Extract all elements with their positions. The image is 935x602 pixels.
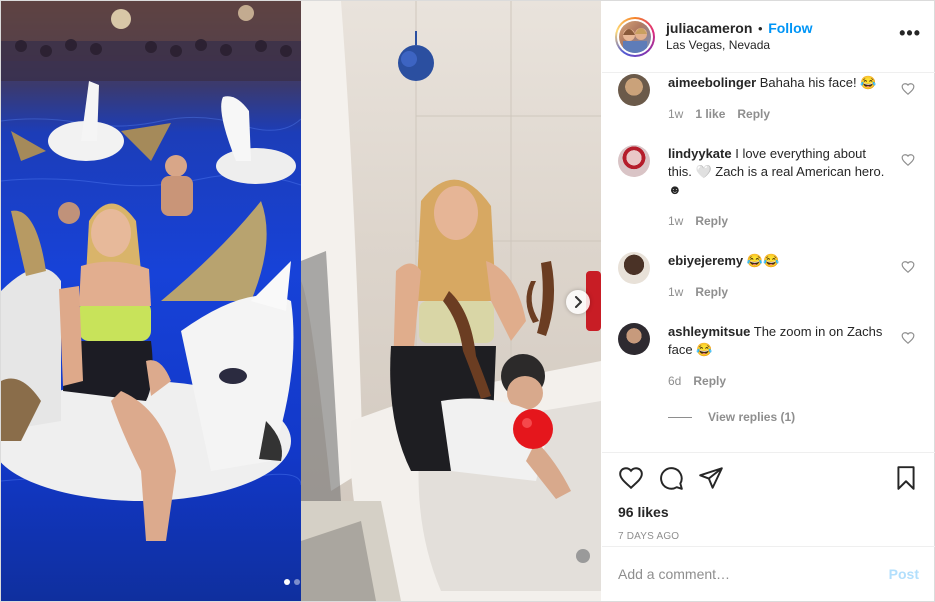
post-side-panel: juliacameron • Follow Las Vegas, Nevada …: [602, 1, 935, 601]
comment-input[interactable]: [618, 566, 889, 582]
carousel-dot: [294, 579, 300, 585]
comment-item: ashleymitsue The zoom in on Zachs face 😂…: [618, 323, 919, 390]
comment-reply-button[interactable]: Reply: [737, 105, 770, 123]
post-header: juliacameron • Follow Las Vegas, Nevada …: [602, 1, 935, 73]
add-comment-bar: Post: [602, 546, 935, 601]
comment-avatar[interactable]: [618, 74, 650, 106]
author-info: juliacameron • Follow Las Vegas, Nevada: [666, 20, 899, 54]
more-icon: •••: [899, 23, 921, 43]
heart-icon[interactable]: [618, 465, 644, 491]
comment-like-count[interactable]: 1 like: [695, 105, 725, 123]
action-icons: [618, 463, 919, 493]
comment-heart-icon[interactable]: [901, 260, 915, 274]
comment-heart-icon[interactable]: [901, 82, 915, 96]
comment-time[interactable]: 6d: [668, 372, 681, 390]
next-slide-button[interactable]: [566, 290, 590, 314]
comment-heart-icon[interactable]: [901, 153, 915, 167]
post-timestamp[interactable]: 7 DAYS AGO: [618, 531, 919, 542]
comment-avatar[interactable]: [618, 323, 650, 355]
bookmark-icon[interactable]: [893, 465, 919, 491]
chevron-right-icon: [575, 296, 582, 308]
post-location[interactable]: Las Vegas, Nevada: [666, 37, 899, 54]
comments-list[interactable]: aimeebolinger Bahaha his face! 😂 1w 1 li…: [602, 74, 935, 451]
send-icon[interactable]: [698, 465, 724, 491]
view-replies-label: View replies (1): [708, 410, 796, 424]
author-username[interactable]: juliacameron: [666, 20, 752, 36]
comment-item: lindyykate I love everything about this.…: [618, 145, 919, 230]
comment-time[interactable]: 1w: [668, 212, 683, 230]
post-actions: 96 likes 7 DAYS AGO: [602, 452, 935, 542]
view-replies-button[interactable]: View replies (1): [668, 410, 919, 424]
post-comment-button[interactable]: Post: [889, 566, 919, 582]
comment-username[interactable]: ebiyejeremy: [668, 253, 743, 268]
post-media[interactable]: [1, 1, 601, 601]
comment-avatar[interactable]: [618, 145, 650, 177]
comment-username[interactable]: lindyykate: [668, 146, 732, 161]
author-avatar-image: [619, 20, 651, 53]
comment-text: 😂😂: [746, 253, 780, 268]
comment-time[interactable]: 1w: [668, 283, 683, 301]
comment-reply-button[interactable]: Reply: [695, 283, 728, 301]
comment-username[interactable]: aimeebolinger: [668, 75, 756, 90]
like-count[interactable]: 96 likes: [618, 504, 919, 520]
pool-party-photo: [1, 1, 301, 601]
more-options-button[interactable]: •••: [899, 23, 921, 50]
follow-button[interactable]: Follow: [768, 20, 812, 36]
author-avatar[interactable]: [615, 16, 655, 57]
comment-avatar[interactable]: [618, 252, 650, 284]
comment-heart-icon[interactable]: [901, 331, 915, 345]
comment-reply-button[interactable]: Reply: [695, 212, 728, 230]
comment-item: ebiyejeremy 😂😂 1w Reply: [618, 252, 919, 301]
comment-meta: 1w Reply: [668, 212, 889, 230]
separator-dot: •: [758, 20, 763, 36]
comment-meta: 1w Reply: [668, 283, 889, 301]
carousel-dot-active: [284, 579, 290, 585]
comment-time[interactable]: 1w: [668, 105, 683, 123]
comment-item: aimeebolinger Bahaha his face! 😂 1w 1 li…: [618, 74, 919, 123]
post-container: juliacameron • Follow Las Vegas, Nevada …: [0, 0, 935, 602]
comment-username[interactable]: ashleymitsue: [668, 324, 750, 339]
carousel-indicator: [284, 579, 300, 585]
replies-divider: [668, 416, 692, 418]
comment-meta: 1w 1 like Reply: [668, 105, 889, 123]
comment-reply-button[interactable]: Reply: [693, 372, 726, 390]
comment-text: Bahaha his face! 😂: [759, 75, 877, 90]
comment-meta: 6d Reply: [668, 372, 889, 390]
bathtub-photo: [301, 1, 601, 601]
comment-icon[interactable]: [658, 465, 684, 491]
